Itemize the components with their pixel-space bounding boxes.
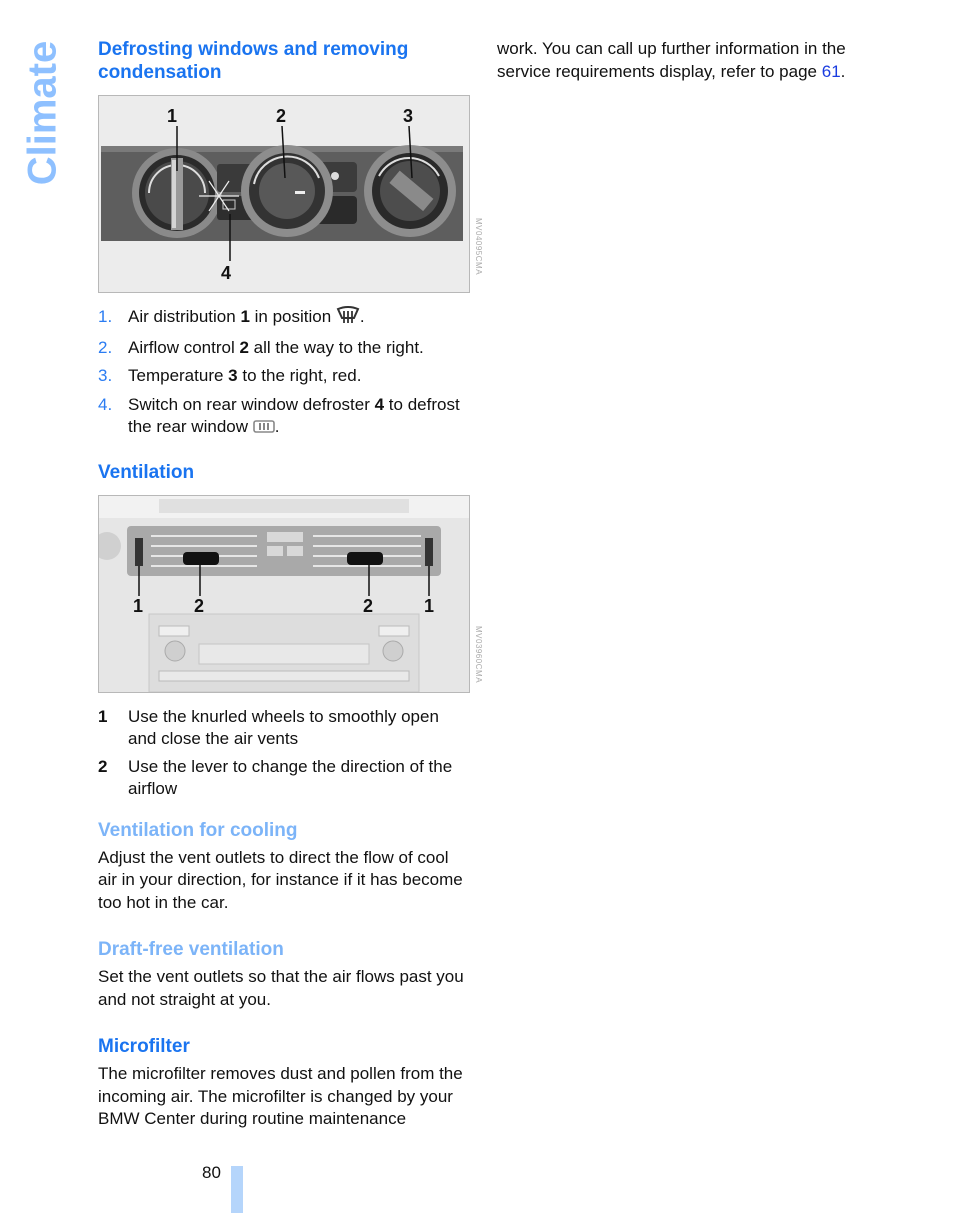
figure-image-code: MV03960CMA <box>474 625 483 683</box>
step-number: 4. <box>98 394 113 414</box>
callout-2-right: 2 <box>363 595 374 616</box>
draft-free-body: Set the vent outlets so that the air flo… <box>98 967 464 1009</box>
temperature-knob <box>364 145 456 237</box>
legend-number: 1 <box>98 706 108 726</box>
step-number: 2. <box>98 337 113 357</box>
vent-legend-list: 1 Use the knurled wheels to smoothly ope… <box>98 706 470 801</box>
step-number: 1. <box>98 307 113 326</box>
page-reference-link[interactable]: 61 <box>822 62 841 81</box>
air-vents-figure: 1 2 2 1 MV03960CMA <box>93 494 483 693</box>
step-text: in position <box>249 307 336 326</box>
callout-2: 2 <box>276 106 287 126</box>
step-ref: 3 <box>228 366 238 385</box>
figure-image-code: MV04095CMA <box>474 218 483 276</box>
cooling-body: Adjust the vent outlets to direct the fl… <box>98 847 463 912</box>
page-marker-bar <box>231 1166 243 1213</box>
step-number: 3. <box>98 366 113 385</box>
step-ref: 4 <box>374 394 385 414</box>
right-column: work. You can call up further informatio… <box>497 38 869 83</box>
callout-2-left: 2 <box>194 595 205 616</box>
step-text: . <box>274 417 280 436</box>
step-ref: 2 <box>239 337 249 357</box>
page-number: 80 <box>202 1163 221 1182</box>
microfilter-body: The microfilter removes dust and pollen … <box>98 1064 463 1128</box>
section-heading-microfilter: Microfilter <box>98 1036 190 1057</box>
step-item: 1. Air distribution 1 in position . <box>98 306 470 331</box>
continued-text: work. You can call up further informatio… <box>497 39 846 81</box>
continued-paragraph: work. You can call up further informatio… <box>497 38 869 83</box>
windshield-defrost-icon <box>336 306 360 331</box>
step-item: 3. Temperature 3 to the right, red. <box>98 365 470 388</box>
chapter-title: Climate <box>20 40 65 186</box>
step-text: Air distribution <box>128 307 241 326</box>
step-text: all the way to the right. <box>248 337 424 357</box>
step-item: 4. Switch on rear window defroster 4 to … <box>98 394 470 441</box>
step-text: Switch on rear window defroster <box>128 394 375 414</box>
callout-3: 3 <box>403 106 414 126</box>
step-item: 2. Airflow control 2 all the way to the … <box>98 337 470 360</box>
step-text: to the right, red. <box>237 366 362 385</box>
step-text: Temperature <box>128 366 229 385</box>
section-heading-defrost: Defrosting windows and removing condensa… <box>98 39 409 83</box>
lever-left <box>183 551 219 565</box>
defrost-steps-list: 1. Air distribution 1 in position . 2. A… <box>98 306 470 441</box>
left-column: Defrosting windows and removing condensa… <box>93 38 483 1131</box>
legend-text: Use the lever to change the direction of… <box>128 756 453 799</box>
legend-number: 2 <box>98 756 108 776</box>
legend-text: Use the knurled wheels to smoothly open … <box>128 706 439 749</box>
callout-4: 4 <box>221 263 232 283</box>
climate-controls-figure: 1 2 3 4 MV04095CMA <box>98 95 483 293</box>
legend-item: 2 Use the lever to change the direction … <box>98 756 470 801</box>
step-text: . <box>359 307 365 326</box>
callout-1: 1 <box>167 106 178 126</box>
step-text: Airflow control <box>128 337 240 357</box>
section-heading-draft-free: Draft-free ventilation <box>98 939 284 960</box>
section-heading-cooling: Ventilation for cooling <box>98 819 298 841</box>
callout-1-left: 1 <box>133 595 144 616</box>
knurled-wheel-left <box>135 537 143 566</box>
legend-item: 1 Use the knurled wheels to smoothly ope… <box>98 706 470 751</box>
section-heading-ventilation: Ventilation <box>98 461 195 483</box>
callout-1-right: 1 <box>424 595 435 616</box>
lever-right <box>347 551 383 565</box>
knurled-wheel-right <box>425 537 433 566</box>
rear-window-defrost-icon <box>252 418 275 441</box>
chapter-side-tab: Climate <box>18 38 68 188</box>
step-ref: 1 <box>240 307 250 326</box>
continued-text-end: . <box>840 61 846 81</box>
air-vents-illustration <box>93 495 469 692</box>
